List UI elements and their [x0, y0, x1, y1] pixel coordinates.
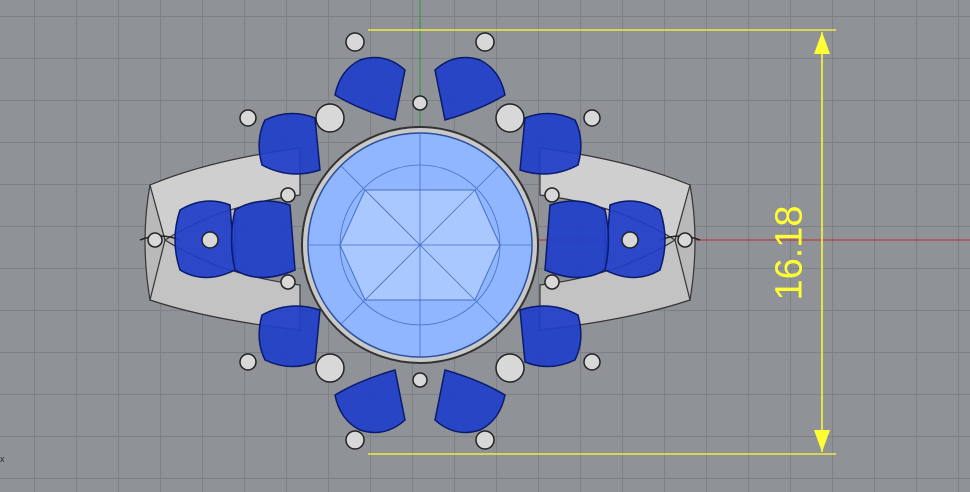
dimension-arrow-top	[814, 32, 830, 54]
dimension-arrow-bottom	[814, 430, 830, 452]
side-stone	[258, 305, 321, 368]
prong	[315, 353, 345, 383]
prong	[544, 187, 560, 203]
prong	[239, 109, 257, 127]
prong	[345, 32, 365, 52]
prong	[495, 353, 525, 383]
prong	[475, 32, 495, 52]
prong	[239, 353, 257, 371]
side-stone	[434, 369, 506, 434]
side-stone	[519, 112, 582, 175]
front-viewport[interactable]: 16.18 x	[0, 0, 970, 492]
prong	[280, 187, 296, 203]
center-stone	[301, 126, 539, 364]
side-stone	[544, 200, 610, 279]
prong	[475, 430, 495, 450]
axis-label: x	[0, 454, 5, 464]
prong	[621, 231, 639, 249]
ring-model[interactable]	[0, 0, 970, 492]
prong	[315, 103, 345, 133]
side-stone	[334, 369, 406, 434]
prong	[677, 232, 693, 248]
prong	[495, 103, 525, 133]
side-stone	[434, 56, 506, 121]
prong	[412, 95, 428, 111]
prong	[201, 231, 219, 249]
prong	[583, 353, 601, 371]
side-stone	[334, 56, 406, 121]
prong	[544, 274, 560, 290]
side-stone	[230, 200, 296, 279]
side-stone	[258, 112, 321, 175]
prong	[147, 232, 163, 248]
prong	[583, 109, 601, 127]
prong	[280, 274, 296, 290]
prong	[345, 430, 365, 450]
dimension-value[interactable]: 16.18	[769, 205, 812, 300]
side-stone	[519, 305, 582, 368]
prong	[412, 372, 428, 388]
